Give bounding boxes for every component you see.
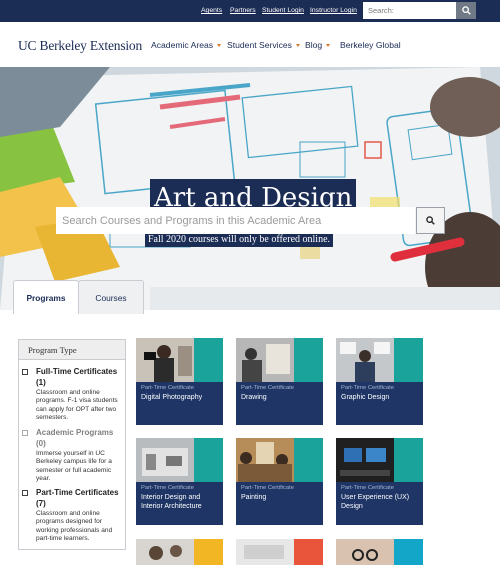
option-description: Classroom and online programs. F-1 visa … [36, 389, 118, 422]
card-image [336, 338, 423, 382]
site-search [363, 2, 476, 19]
student-login-link[interactable]: Student Login [262, 7, 304, 14]
card-title: User Experience (UX) Design [341, 494, 410, 510]
option-title: Academic Programs (0) [36, 428, 114, 448]
nav-academic-areas[interactable]: Academic Areas [151, 40, 222, 50]
agents-link[interactable]: Agents [201, 7, 222, 14]
nav-label: Berkeley Global [340, 40, 401, 50]
program-card-partial[interactable] [136, 539, 223, 565]
card-title: Painting [241, 494, 267, 501]
card-type: Part-Time Certificate [141, 385, 194, 391]
card-title: Digital Photography [141, 394, 203, 401]
program-card-ux-design[interactable]: Part-Time Certificate User Experience (U… [336, 438, 423, 525]
card-image [336, 438, 423, 482]
card-type: Part-Time Certificate [341, 385, 394, 391]
tab-programs[interactable]: Programs [13, 280, 79, 314]
program-card-digital-photography[interactable]: Part-Time Certificate Digital Photograph… [136, 338, 223, 425]
card-image [136, 438, 223, 482]
option-description: Classroom and online programs designed f… [36, 510, 113, 543]
card-image [136, 338, 223, 382]
nav-label: Academic Areas [151, 40, 214, 50]
option-description: Immerse yourself in UC Berkeley campus l… [36, 450, 112, 483]
card-type: Part-Time Certificate [341, 485, 394, 491]
card-type: Part-Time Certificate [241, 485, 294, 491]
main-navigation: UC Berkeley Extension Academic Areas Stu… [0, 22, 500, 67]
checkbox[interactable] [22, 369, 28, 375]
program-card-partial[interactable] [336, 539, 423, 565]
card-type: Part-Time Certificate [241, 385, 294, 391]
area-search-button[interactable] [416, 207, 445, 234]
card-type: Part-Time Certificate [141, 485, 194, 491]
program-card-drawing[interactable]: Part-Time Certificate Drawing [236, 338, 323, 425]
chevron-down-icon [326, 43, 331, 47]
search-icon [461, 6, 471, 15]
site-search-input[interactable] [363, 2, 456, 19]
utility-bar: Agents Partners Student Login Instructor… [0, 0, 500, 22]
filter-heading: Program Type [19, 340, 125, 360]
tab-courses[interactable]: Courses [78, 280, 144, 314]
partners-link[interactable]: Partners [230, 7, 256, 14]
chevron-down-icon [217, 43, 222, 47]
program-card-graphic-design[interactable]: Part-Time Certificate Graphic Design [336, 338, 423, 425]
logo[interactable]: UC Berkeley Extension [18, 38, 142, 54]
card-title: Interior Design and Interior Architectur… [141, 494, 202, 510]
search-icon [426, 216, 435, 225]
program-card-interior-design[interactable]: Part-Time Certificate Interior Design an… [136, 438, 223, 525]
program-type-filter: Program Type Full-Time Certificates (1) … [18, 339, 126, 550]
card-image [236, 438, 323, 482]
nav-berkeley-global[interactable]: Berkeley Global [340, 40, 401, 50]
chevron-down-icon [295, 43, 300, 47]
option-title: Part-Time Certificates (7) [36, 488, 119, 508]
nav-label: Student Services [227, 40, 292, 50]
checkbox[interactable] [22, 430, 28, 436]
option-title: Full-Time Certificates (1) [36, 367, 118, 387]
site-search-button[interactable] [456, 2, 476, 19]
card-image [236, 338, 323, 382]
nav-blog[interactable]: Blog [305, 40, 331, 50]
checkbox[interactable] [22, 490, 28, 496]
program-card-painting[interactable]: Part-Time Certificate Painting [236, 438, 323, 525]
nav-student-services[interactable]: Student Services [227, 40, 300, 50]
area-search-input[interactable] [56, 207, 415, 234]
hero-banner: Art and Design Fall 2020 courses will on… [0, 67, 500, 310]
card-title: Drawing [241, 394, 267, 401]
nav-label: Blog [305, 40, 323, 50]
hero-notice: Fall 2020 courses will only be offered o… [145, 233, 334, 247]
instructor-login-link[interactable]: Instructor Login [310, 7, 357, 14]
card-title: Graphic Design [341, 394, 390, 401]
program-card-partial[interactable] [236, 539, 323, 565]
